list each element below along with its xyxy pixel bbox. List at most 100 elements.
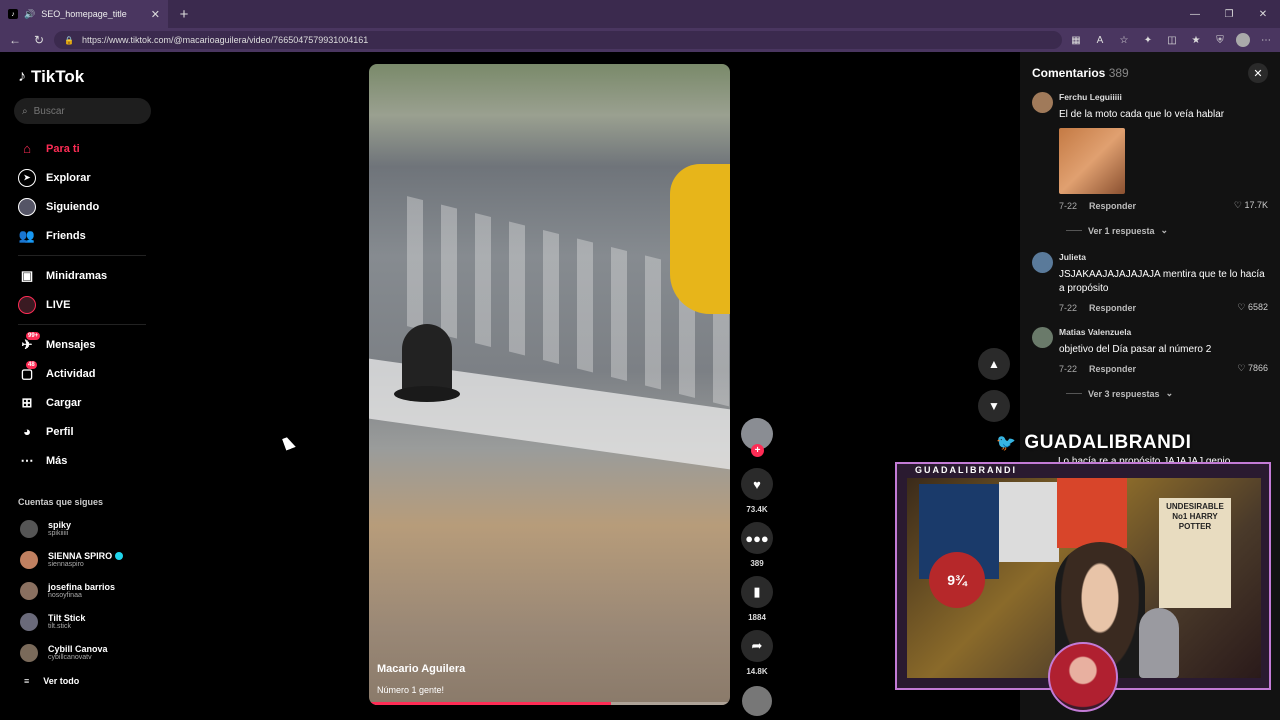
comment-likes[interactable]: ♡ 17.7K xyxy=(1234,200,1268,211)
split-screen-icon[interactable]: ◫ xyxy=(1164,32,1180,48)
mouse-cursor-icon xyxy=(282,435,296,451)
nav-perfil[interactable]: ◕ Perfil xyxy=(10,417,150,446)
sidebar: ♪ TikTok ⌕ ⌂ Para ti ➤ Explorar Siguiend… xyxy=(0,52,160,720)
browser-tab[interactable]: ♪ 🔊 SEO_homepage_title ✕ xyxy=(0,0,168,28)
apps-icon[interactable]: ▦ xyxy=(1068,32,1084,48)
video-progress-fill xyxy=(369,702,611,705)
comment-item: Ferchu Leguiiiii El de la moto cada que … xyxy=(1032,92,1268,211)
comment-user[interactable]: Matias Valenzuela xyxy=(1059,327,1268,337)
view-replies-button[interactable]: Ver 1 respuesta ⌄ xyxy=(1066,225,1268,236)
comment-sticker-image[interactable] xyxy=(1059,128,1125,194)
commenter-avatar[interactable] xyxy=(1032,252,1053,273)
see-all-button[interactable]: ≡ Ver todo xyxy=(10,668,150,694)
restore-icon[interactable]: ❐ xyxy=(1212,0,1246,28)
comment-user[interactable]: Julieta xyxy=(1059,252,1268,262)
music-disc-avatar[interactable] xyxy=(742,686,772,716)
heart-icon: ♥ xyxy=(753,476,761,492)
back-icon[interactable]: ← xyxy=(6,31,24,49)
following-account[interactable]: josefina barrios nosoyfinaa xyxy=(10,575,150,606)
close-tab-icon[interactable]: ✕ xyxy=(151,8,160,21)
tiktok-favicon-icon: ♪ xyxy=(8,9,18,19)
comment-button[interactable]: ●●● xyxy=(741,522,773,554)
share-arrow-icon: ➦ xyxy=(751,638,763,653)
chevron-down-icon: ▼ xyxy=(988,399,1000,413)
nav-siguiendo[interactable]: Siguiendo xyxy=(10,192,150,221)
comment-body: Ferchu Leguiiiii El de la moto cada que … xyxy=(1059,92,1268,211)
following-account[interactable]: Tilt Stick tilt.stick xyxy=(10,606,150,637)
microphone xyxy=(1139,608,1179,678)
comment-text: objetivo del Día pasar al número 2 xyxy=(1059,344,1212,355)
comment-meta: 7-22 Responder ♡ 6582 xyxy=(1059,302,1268,313)
home-icon: ⌂ xyxy=(23,141,31,156)
profile-avatar[interactable] xyxy=(1236,33,1250,47)
reply-button[interactable]: Responder xyxy=(1089,364,1136,374)
reply-button[interactable]: Responder xyxy=(1089,201,1136,211)
search-input[interactable] xyxy=(33,105,134,117)
tiktok-logo[interactable]: ♪ TikTok xyxy=(18,66,150,88)
favorites-icon[interactable]: ★ xyxy=(1188,32,1204,48)
close-window-icon[interactable]: ✕ xyxy=(1246,0,1280,28)
share-count: 14.8K xyxy=(746,667,768,676)
video-author[interactable]: Macario Aguilera xyxy=(377,663,465,675)
friends-icon: 👥 xyxy=(18,227,36,243)
extensions-icon[interactable]: ✦ xyxy=(1140,32,1156,48)
nav-minidramas[interactable]: ▣ Minidramas xyxy=(10,261,150,290)
comment-body: Matias Valenzuela objetivo del Día pasar… xyxy=(1059,327,1268,374)
search-box[interactable]: ⌕ xyxy=(14,98,151,124)
view-replies-button[interactable]: Ver 3 respuestas ⌄ xyxy=(1066,388,1268,399)
account-names: spiky spikiiiii xyxy=(48,520,71,537)
close-comments-button[interactable]: ✕ xyxy=(1248,63,1268,83)
nav-label: Perfil xyxy=(46,425,74,438)
comment-likes[interactable]: ♡ 6582 xyxy=(1237,302,1268,313)
nav-live[interactable]: LIVE xyxy=(10,290,150,319)
follow-plus-icon[interactable]: + xyxy=(751,444,764,457)
commenter-avatar[interactable] xyxy=(1032,327,1053,348)
nav-label: LIVE xyxy=(46,298,71,311)
activity-badge: 48 xyxy=(26,360,37,369)
verified-icon xyxy=(115,552,124,560)
creator-avatar[interactable]: + xyxy=(741,418,773,457)
account-name-row: SIENNA SPIRO xyxy=(48,551,124,561)
address-bar-row: ← ↻ 🔒 https://www.tiktok.com/@macarioagu… xyxy=(0,28,1280,52)
reply-button[interactable]: Responder xyxy=(1089,303,1136,313)
nav-mas[interactable]: ⋯ Más xyxy=(10,446,150,475)
next-video-button[interactable]: ▼ xyxy=(978,390,1010,422)
previous-video-button[interactable]: ▲ xyxy=(978,348,1010,380)
account-names: josefina barrios nosoyfinaa xyxy=(48,582,115,599)
nav-mensajes[interactable]: ✈ 99+ Mensajes xyxy=(10,330,150,359)
platform-sign: 9¾ xyxy=(929,552,985,608)
nav-actividad[interactable]: ▢ 48 Actividad xyxy=(10,359,150,388)
nav-explorar[interactable]: ➤ Explorar xyxy=(10,163,150,192)
translate-icon[interactable]: A xyxy=(1092,32,1108,48)
following-title: Cuentas que sigues xyxy=(18,497,104,507)
video-player[interactable]: Macario Aguilera Número 1 gente! xyxy=(369,64,730,705)
like-button[interactable]: ♥ xyxy=(741,468,773,500)
speaker-icon[interactable]: 🔊 xyxy=(24,9,35,20)
favorite-star-icon[interactable]: ☆ xyxy=(1116,32,1132,48)
following-account[interactable]: Cybill Canova cybillcanovatv xyxy=(10,637,150,668)
following-account[interactable]: SIENNA SPIRO siennaspiro xyxy=(10,544,150,575)
video-progress-bar[interactable] xyxy=(369,702,730,705)
comment-date: 7-22 xyxy=(1059,302,1078,313)
menu-icon[interactable]: ⋯ xyxy=(1258,32,1274,48)
new-tab-button[interactable]: + xyxy=(172,2,196,26)
nav-para-ti[interactable]: ⌂ Para ti xyxy=(10,134,150,163)
shield-icon[interactable]: ⛨ xyxy=(1212,32,1228,48)
refresh-icon[interactable]: ↻ xyxy=(30,31,48,49)
url-field[interactable]: 🔒 https://www.tiktok.com/@macarioaguiler… xyxy=(54,31,1062,49)
nav-cargar[interactable]: ⊞ Cargar xyxy=(10,388,150,417)
share-button[interactable]: ➦ xyxy=(741,630,773,662)
minimize-icon[interactable]: — xyxy=(1178,0,1212,28)
avatar xyxy=(20,550,38,569)
nav-label: Más xyxy=(46,454,68,467)
comment-likes[interactable]: ♡ 7866 xyxy=(1237,363,1268,374)
save-button[interactable]: ▮ xyxy=(741,576,773,608)
comment-like-count: 17.7K xyxy=(1244,200,1268,210)
account-name: spiky xyxy=(48,520,72,530)
streamer-avatar-badge xyxy=(1048,642,1118,712)
commenter-avatar[interactable] xyxy=(1032,92,1053,113)
nav-friends[interactable]: 👥 Friends xyxy=(10,221,150,250)
comment-user[interactable]: Ferchu Leguiiiii xyxy=(1059,92,1268,102)
following-account[interactable]: spiky spikiiiii xyxy=(10,513,150,544)
lock-icon: 🔒 xyxy=(64,35,74,45)
